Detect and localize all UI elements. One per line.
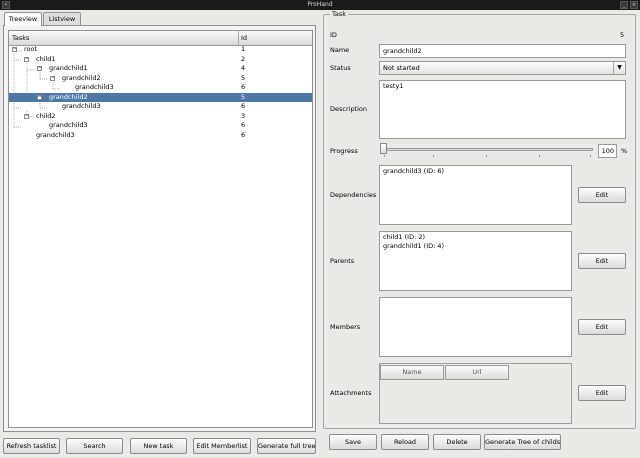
list-item[interactable]: grandchild1 (ID: 4) <box>383 242 568 251</box>
generate-tree-of-childs-button[interactable]: Generate Tree of childs <box>484 434 561 450</box>
slider-tick <box>590 155 591 157</box>
description-label: Description <box>330 105 368 113</box>
column-header-id[interactable]: Id <box>241 31 247 45</box>
status-select-value: Not started <box>383 64 420 72</box>
attachments-edit-button[interactable]: Edit <box>578 385 626 401</box>
tab-listview-label: Listview <box>48 15 76 23</box>
members-edit-button[interactable]: Edit <box>578 319 626 335</box>
minimize-icon[interactable]: _ <box>620 1 628 9</box>
tree-row-name: child2 <box>36 111 56 120</box>
tree-header: Tasks Id <box>9 31 312 46</box>
name-field[interactable]: grandchild2 <box>379 44 626 58</box>
tree-row-name: grandchild1 <box>49 64 88 72</box>
task-tree[interactable]: Tasks Id − root 1 − child1 2 − grandchil… <box>8 30 313 428</box>
tree-row[interactable]: − grandchild1 4 <box>9 64 312 74</box>
slider-tick <box>384 155 385 157</box>
tree-row[interactable]: − grandchild2 5 <box>9 74 312 84</box>
save-button[interactable]: Save <box>329 434 377 450</box>
status-select[interactable]: Not started ▼ <box>379 61 626 75</box>
members-list[interactable] <box>379 297 572 357</box>
members-label: Members <box>330 323 361 331</box>
main-window: • ProHand _ × Treeview Listview Tasks Id <box>0 0 640 458</box>
tree-row[interactable]: − root 1 <box>9 45 312 55</box>
tree-row-id: 6 <box>241 121 246 129</box>
collapse-icon[interactable]: − <box>37 66 42 71</box>
collapse-icon[interactable]: − <box>12 47 17 52</box>
progress-label: Progress <box>330 147 358 155</box>
tree-row-name: grandchild3 <box>62 102 101 110</box>
progress-slider-track[interactable] <box>380 148 593 151</box>
title-bar[interactable]: • ProHand _ × <box>0 0 640 10</box>
tree-row[interactable]: grandchild3 6 <box>9 121 312 131</box>
window-menu-icon[interactable]: • <box>2 1 10 9</box>
description-textarea[interactable]: testy1 <box>379 80 626 139</box>
tree-row[interactable]: − child1 2 <box>9 55 312 65</box>
parents-list[interactable]: child1 (ID: 2) grandchild1 (ID: 4) <box>379 231 572 291</box>
attachments-column-name[interactable]: Name <box>380 365 444 380</box>
slider-tick <box>539 155 540 157</box>
attachments-column-url[interactable]: Url <box>445 365 509 380</box>
tree-row[interactable]: grandchild3 6 <box>9 83 312 93</box>
generate-full-tree-button[interactable]: Generate full tree <box>257 438 316 454</box>
progress-unit: % <box>621 147 628 155</box>
delete-button[interactable]: Delete <box>433 434 481 450</box>
refresh-tasklist-button[interactable]: Refresh tasklist <box>3 438 60 454</box>
tree-row-id: 6 <box>241 130 246 139</box>
id-label: ID <box>330 31 337 39</box>
task-group-title: Task <box>330 10 349 18</box>
tree-row-name: grandchild2 <box>49 92 88 101</box>
search-button[interactable]: Search <box>66 438 123 454</box>
progress-spinbox[interactable]: 100 <box>598 144 617 158</box>
chevron-down-icon[interactable]: ▼ <box>613 62 625 74</box>
collapse-icon[interactable]: − <box>24 113 29 119</box>
window-title: ProHand <box>307 1 333 8</box>
progress-slider-handle[interactable] <box>380 143 387 154</box>
collapse-icon[interactable]: − <box>50 75 55 81</box>
attachments-label: Attachments <box>330 389 372 397</box>
dependencies-list[interactable]: grandchild3 (ID: 6) <box>379 165 572 225</box>
parents-edit-button[interactable]: Edit <box>578 253 626 269</box>
dependencies-edit-button[interactable]: Edit <box>578 187 626 203</box>
tree-row-id: 2 <box>241 54 246 63</box>
edit-memberlist-button[interactable]: Edit Memberlist <box>193 438 251 454</box>
reload-button[interactable]: Reload <box>381 434 429 450</box>
tree-row-name: root <box>24 45 38 53</box>
tree-row-name: grandchild3 <box>75 83 114 91</box>
list-item[interactable]: grandchild3 (ID: 6) <box>383 167 568 176</box>
tab-treeview[interactable]: Treeview <box>4 12 42 26</box>
tree-row-id: 6 <box>241 83 246 91</box>
treeview-pane: Tasks Id − root 1 − child1 2 − grandchil… <box>3 25 316 432</box>
parents-label: Parents <box>330 257 355 265</box>
tree-row[interactable]: − child2 3 <box>9 112 312 122</box>
tree-row-name: child1 <box>36 54 56 63</box>
dependencies-label: Dependencies <box>330 191 377 199</box>
tree-row-id: 6 <box>241 102 246 110</box>
close-icon[interactable]: × <box>630 1 638 9</box>
tree-row-id: 5 <box>241 92 246 101</box>
name-label: Name <box>330 46 350 54</box>
id-value: 5 <box>620 31 625 39</box>
tree-row-name: grandchild3 <box>36 130 75 139</box>
list-item[interactable]: child1 (ID: 2) <box>383 233 568 242</box>
slider-tick <box>486 155 487 157</box>
tree-row-name: grandchild3 <box>49 121 88 129</box>
tree-row-id: 4 <box>241 64 246 72</box>
tab-treeview-label: Treeview <box>8 15 38 23</box>
collapse-icon[interactable]: − <box>24 56 29 62</box>
tab-listview[interactable]: Listview <box>43 12 81 25</box>
column-header-tasks[interactable]: Tasks <box>12 31 29 45</box>
status-label: Status <box>330 64 351 72</box>
tree-row-name: grandchild2 <box>62 73 101 82</box>
new-task-button[interactable]: New task <box>130 438 187 454</box>
tree-row-id: 1 <box>241 45 246 53</box>
collapse-icon[interactable]: − <box>37 94 42 100</box>
tree-row-id: 5 <box>241 73 246 82</box>
tree-row-selected[interactable]: − grandchild2 5 <box>9 92 312 102</box>
tree-row-id: 3 <box>241 111 246 120</box>
tree-row[interactable]: grandchild3 6 <box>9 102 312 112</box>
slider-tick <box>433 155 434 157</box>
tree-row[interactable]: grandchild3 6 <box>9 131 312 141</box>
